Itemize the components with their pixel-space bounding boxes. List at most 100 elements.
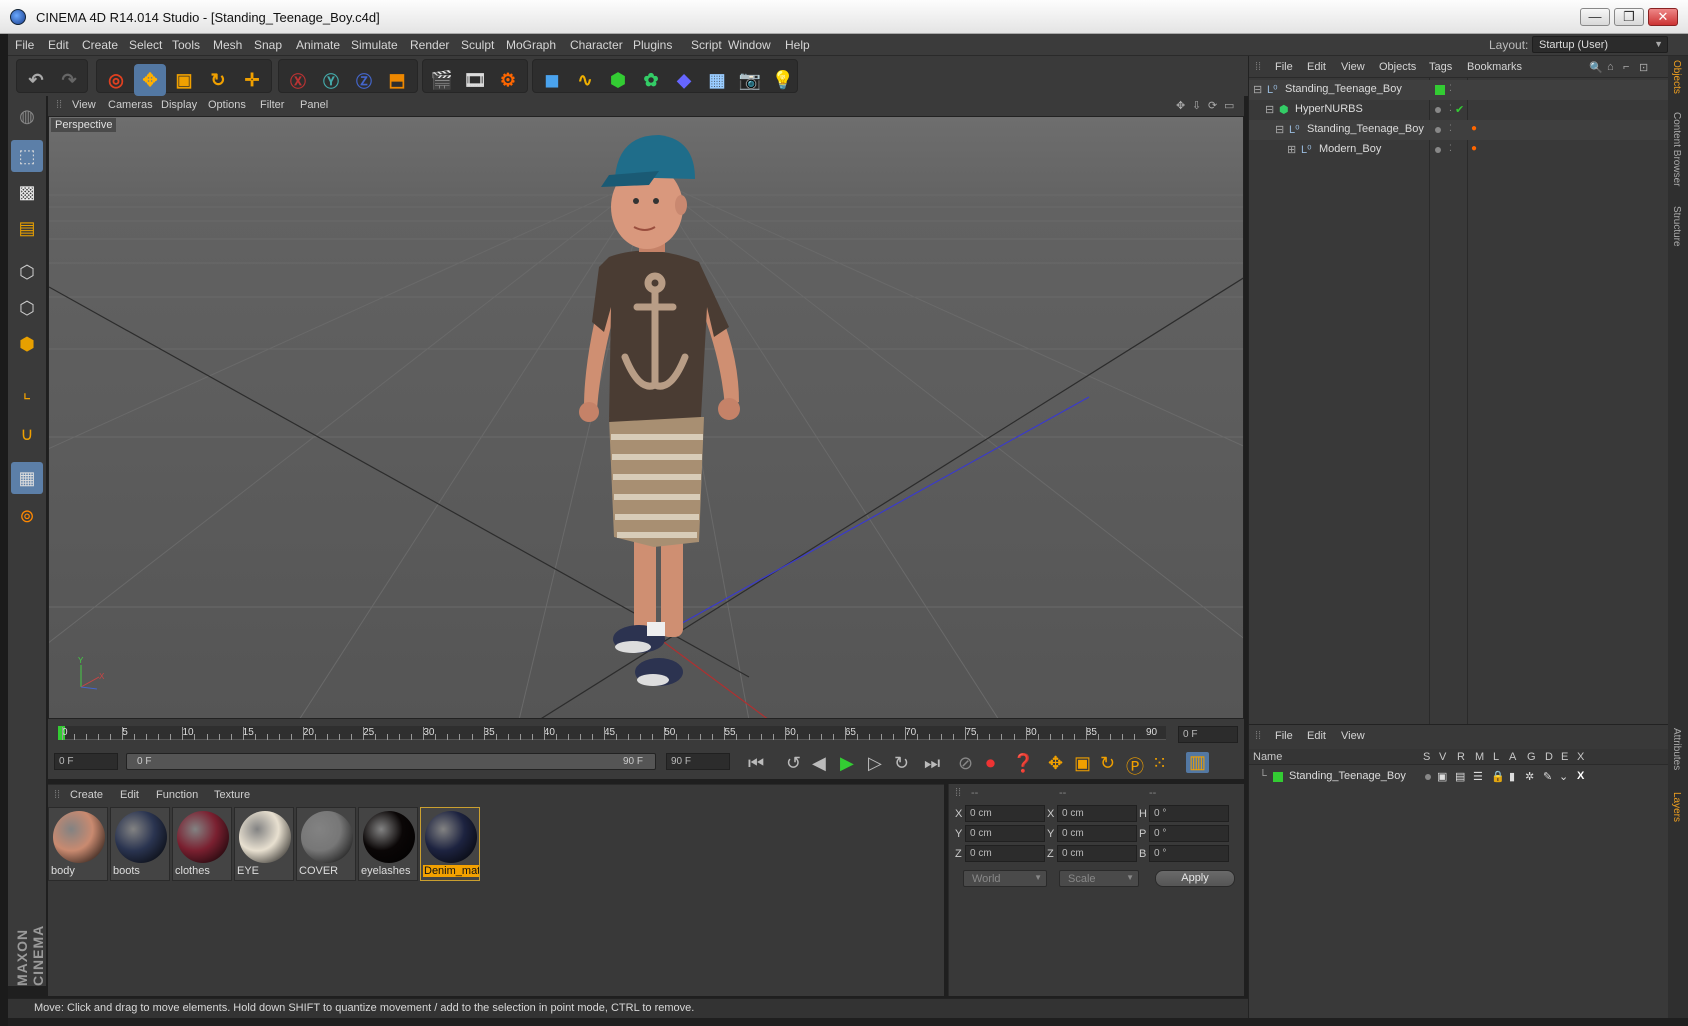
visibility-dots-icon[interactable]: ⁚ bbox=[1449, 83, 1452, 94]
polygons-mode-icon[interactable]: ⬢ bbox=[11, 328, 43, 360]
apply-button[interactable]: Apply bbox=[1155, 870, 1235, 887]
menu-mesh[interactable]: Mesh bbox=[213, 38, 242, 52]
key-rotation-icon[interactable]: ↻ bbox=[1100, 753, 1115, 774]
position-z-field[interactable]: 0 cm bbox=[965, 845, 1045, 862]
cube-icon[interactable]: ◼ bbox=[536, 64, 568, 96]
menu-file[interactable]: File bbox=[15, 38, 34, 52]
key-pla-icon[interactable]: ⁙ bbox=[1152, 753, 1167, 774]
menu-select[interactable]: Select bbox=[129, 38, 162, 52]
viewport-menu-cameras[interactable]: Cameras bbox=[108, 99, 153, 111]
make-editable-icon[interactable]: ◍ bbox=[11, 100, 43, 132]
layer-menu-edit[interactable]: Edit bbox=[1307, 730, 1326, 742]
axis-tool-icon[interactable]: ✛ bbox=[236, 64, 268, 96]
size-mode-dropdown[interactable]: Scale ▼ bbox=[1059, 870, 1139, 887]
material-body[interactable]: body bbox=[48, 807, 108, 881]
object-row-hypernurbs[interactable]: ⊟ ⬢ HyperNURBS ⁚ ✔ bbox=[1249, 100, 1669, 120]
viewport-pan-icon[interactable]: ✥ bbox=[1176, 99, 1185, 112]
workplane-icon[interactable]: ▤ bbox=[11, 212, 43, 244]
snap-magnet-icon[interactable]: ∪ bbox=[11, 418, 43, 450]
close-button[interactable]: ✕ bbox=[1648, 8, 1678, 26]
viewport-dolly-icon[interactable]: ⇩ bbox=[1192, 99, 1201, 112]
3d-viewport[interactable]: Y X Perspective bbox=[48, 116, 1244, 719]
size-y-field[interactable]: 0 cm bbox=[1057, 825, 1137, 842]
z-axis-lock-icon[interactable]: Ⓩ bbox=[348, 64, 380, 96]
layer-generator-icon[interactable]: ✲ bbox=[1525, 770, 1534, 783]
menu-edit[interactable]: Edit bbox=[48, 38, 69, 52]
timeline-window-icon[interactable]: ▥ bbox=[1186, 752, 1210, 773]
viewport-menu-panel[interactable]: Panel bbox=[300, 99, 328, 111]
object-menu-bookmarks[interactable]: Bookmarks bbox=[1467, 61, 1522, 73]
material-tag-icon[interactable]: ● bbox=[1471, 143, 1477, 154]
tab-layers[interactable]: Layers bbox=[1671, 792, 1682, 822]
enabled-check-icon[interactable]: ✔ bbox=[1455, 103, 1464, 116]
material-menu-texture[interactable]: Texture bbox=[214, 789, 250, 801]
menu-snap[interactable]: Snap bbox=[254, 38, 282, 52]
previous-frame-icon[interactable]: ◀ bbox=[812, 753, 826, 774]
tree-expand-icon[interactable]: ⊟ bbox=[1275, 123, 1284, 136]
position-x-field[interactable]: 0 cm bbox=[965, 805, 1045, 822]
texture-mode-icon[interactable]: ▩ bbox=[11, 176, 43, 208]
frame-range-slider[interactable]: 0 F 90 F bbox=[126, 753, 656, 770]
viewport-rotate-icon[interactable]: ⟳ bbox=[1208, 99, 1217, 112]
layer-menu-file[interactable]: File bbox=[1275, 730, 1293, 742]
tab-content-browser[interactable]: Content Browser bbox=[1671, 112, 1682, 186]
visibility-dots-icon[interactable]: ⁚ bbox=[1449, 123, 1452, 134]
viewport-menu-options[interactable]: Options bbox=[208, 99, 246, 111]
layer-deformer-icon[interactable]: ✎ bbox=[1543, 770, 1552, 783]
viewport-maximize-icon[interactable]: ▭ bbox=[1224, 99, 1234, 112]
tree-expand-icon[interactable]: ⊞ bbox=[1287, 143, 1296, 156]
visibility-dots-icon[interactable]: ⁚ bbox=[1449, 143, 1452, 154]
material-menu-edit[interactable]: Edit bbox=[120, 789, 139, 801]
coordinate-system-icon[interactable]: ⬒ bbox=[381, 64, 413, 96]
layer-xref-icon[interactable]: X bbox=[1577, 770, 1584, 782]
object-menu-objects[interactable]: Objects bbox=[1379, 61, 1416, 73]
soft-selection-icon[interactable]: ⊚ bbox=[11, 500, 43, 532]
record-keys-icon[interactable]: ⊘ bbox=[958, 753, 973, 774]
tab-attributes[interactable]: Attributes bbox=[1671, 728, 1682, 770]
object-row-root[interactable]: ⊟ L⁰ Standing_Teenage_Boy ⁚ bbox=[1249, 80, 1669, 100]
size-x-field[interactable]: 0 cm bbox=[1057, 805, 1137, 822]
minimize-button[interactable]: — bbox=[1580, 8, 1610, 26]
light-icon[interactable]: 💡 bbox=[767, 64, 799, 96]
menu-render[interactable]: Render bbox=[410, 38, 449, 52]
points-mode-icon[interactable]: ⬡ bbox=[11, 256, 43, 288]
material-eyelashes[interactable]: eyelashes bbox=[358, 807, 418, 881]
nurbs-icon[interactable]: ⬢ bbox=[602, 64, 634, 96]
deformer-icon[interactable]: ◆ bbox=[668, 64, 700, 96]
y-axis-lock-icon[interactable]: Ⓨ bbox=[315, 64, 347, 96]
layer-menu-view[interactable]: View bbox=[1341, 730, 1365, 742]
scale-tool-icon[interactable]: ▣ bbox=[168, 64, 200, 96]
object-menu-edit[interactable]: Edit bbox=[1307, 61, 1326, 73]
object-menu-tags[interactable]: Tags bbox=[1429, 61, 1452, 73]
menu-help[interactable]: Help bbox=[785, 38, 810, 52]
material-clothes[interactable]: clothes bbox=[172, 807, 232, 881]
material-eye[interactable]: EYE bbox=[234, 807, 294, 881]
edges-mode-icon[interactable]: ⬡ bbox=[11, 292, 43, 324]
play-icon[interactable]: ▶ bbox=[840, 753, 854, 774]
tree-expand-icon[interactable]: ⊟ bbox=[1265, 103, 1274, 116]
end-frame-field[interactable]: 90 F bbox=[666, 753, 730, 770]
rotate-tool-icon[interactable]: ↻ bbox=[202, 64, 234, 96]
key-scale-icon[interactable]: ▣ bbox=[1074, 753, 1091, 774]
array-cloner-icon[interactable]: ✿ bbox=[635, 64, 667, 96]
material-tag-icon[interactable]: ● bbox=[1471, 123, 1477, 134]
rotation-b-field[interactable]: 0 ° bbox=[1149, 845, 1229, 862]
key-position-icon[interactable]: ✥ bbox=[1048, 753, 1063, 774]
menu-character[interactable]: Character bbox=[570, 38, 623, 52]
visibility-dots-icon[interactable]: ⁚ bbox=[1449, 103, 1452, 114]
layer-expression-icon[interactable]: ⌄ bbox=[1559, 770, 1568, 783]
search-icon[interactable]: 🔍 bbox=[1589, 61, 1603, 74]
menu-create[interactable]: Create bbox=[82, 38, 118, 52]
redo-icon[interactable]: ↷ bbox=[53, 64, 85, 96]
object-menu-view[interactable]: View bbox=[1341, 61, 1365, 73]
workplane-lock-icon[interactable]: ▦ bbox=[11, 462, 43, 494]
material-cover[interactable]: COVER bbox=[296, 807, 356, 881]
home-icon[interactable]: ⌂ bbox=[1607, 61, 1614, 73]
new-window-icon[interactable]: ⊡ bbox=[1639, 61, 1648, 74]
layer-manager-icon[interactable]: ☰ bbox=[1473, 770, 1483, 783]
object-row-modern-boy[interactable]: ⊞ L⁰ Modern_Boy ⁚ ● bbox=[1249, 140, 1669, 160]
coordinate-mode-dropdown[interactable]: World ▼ bbox=[963, 870, 1047, 887]
object-row-boy-mesh[interactable]: ⊟ L⁰ Standing_Teenage_Boy ⁚ ● bbox=[1249, 120, 1669, 140]
undo-icon[interactable]: ↶ bbox=[20, 64, 52, 96]
rotation-h-field[interactable]: 0 ° bbox=[1149, 805, 1229, 822]
